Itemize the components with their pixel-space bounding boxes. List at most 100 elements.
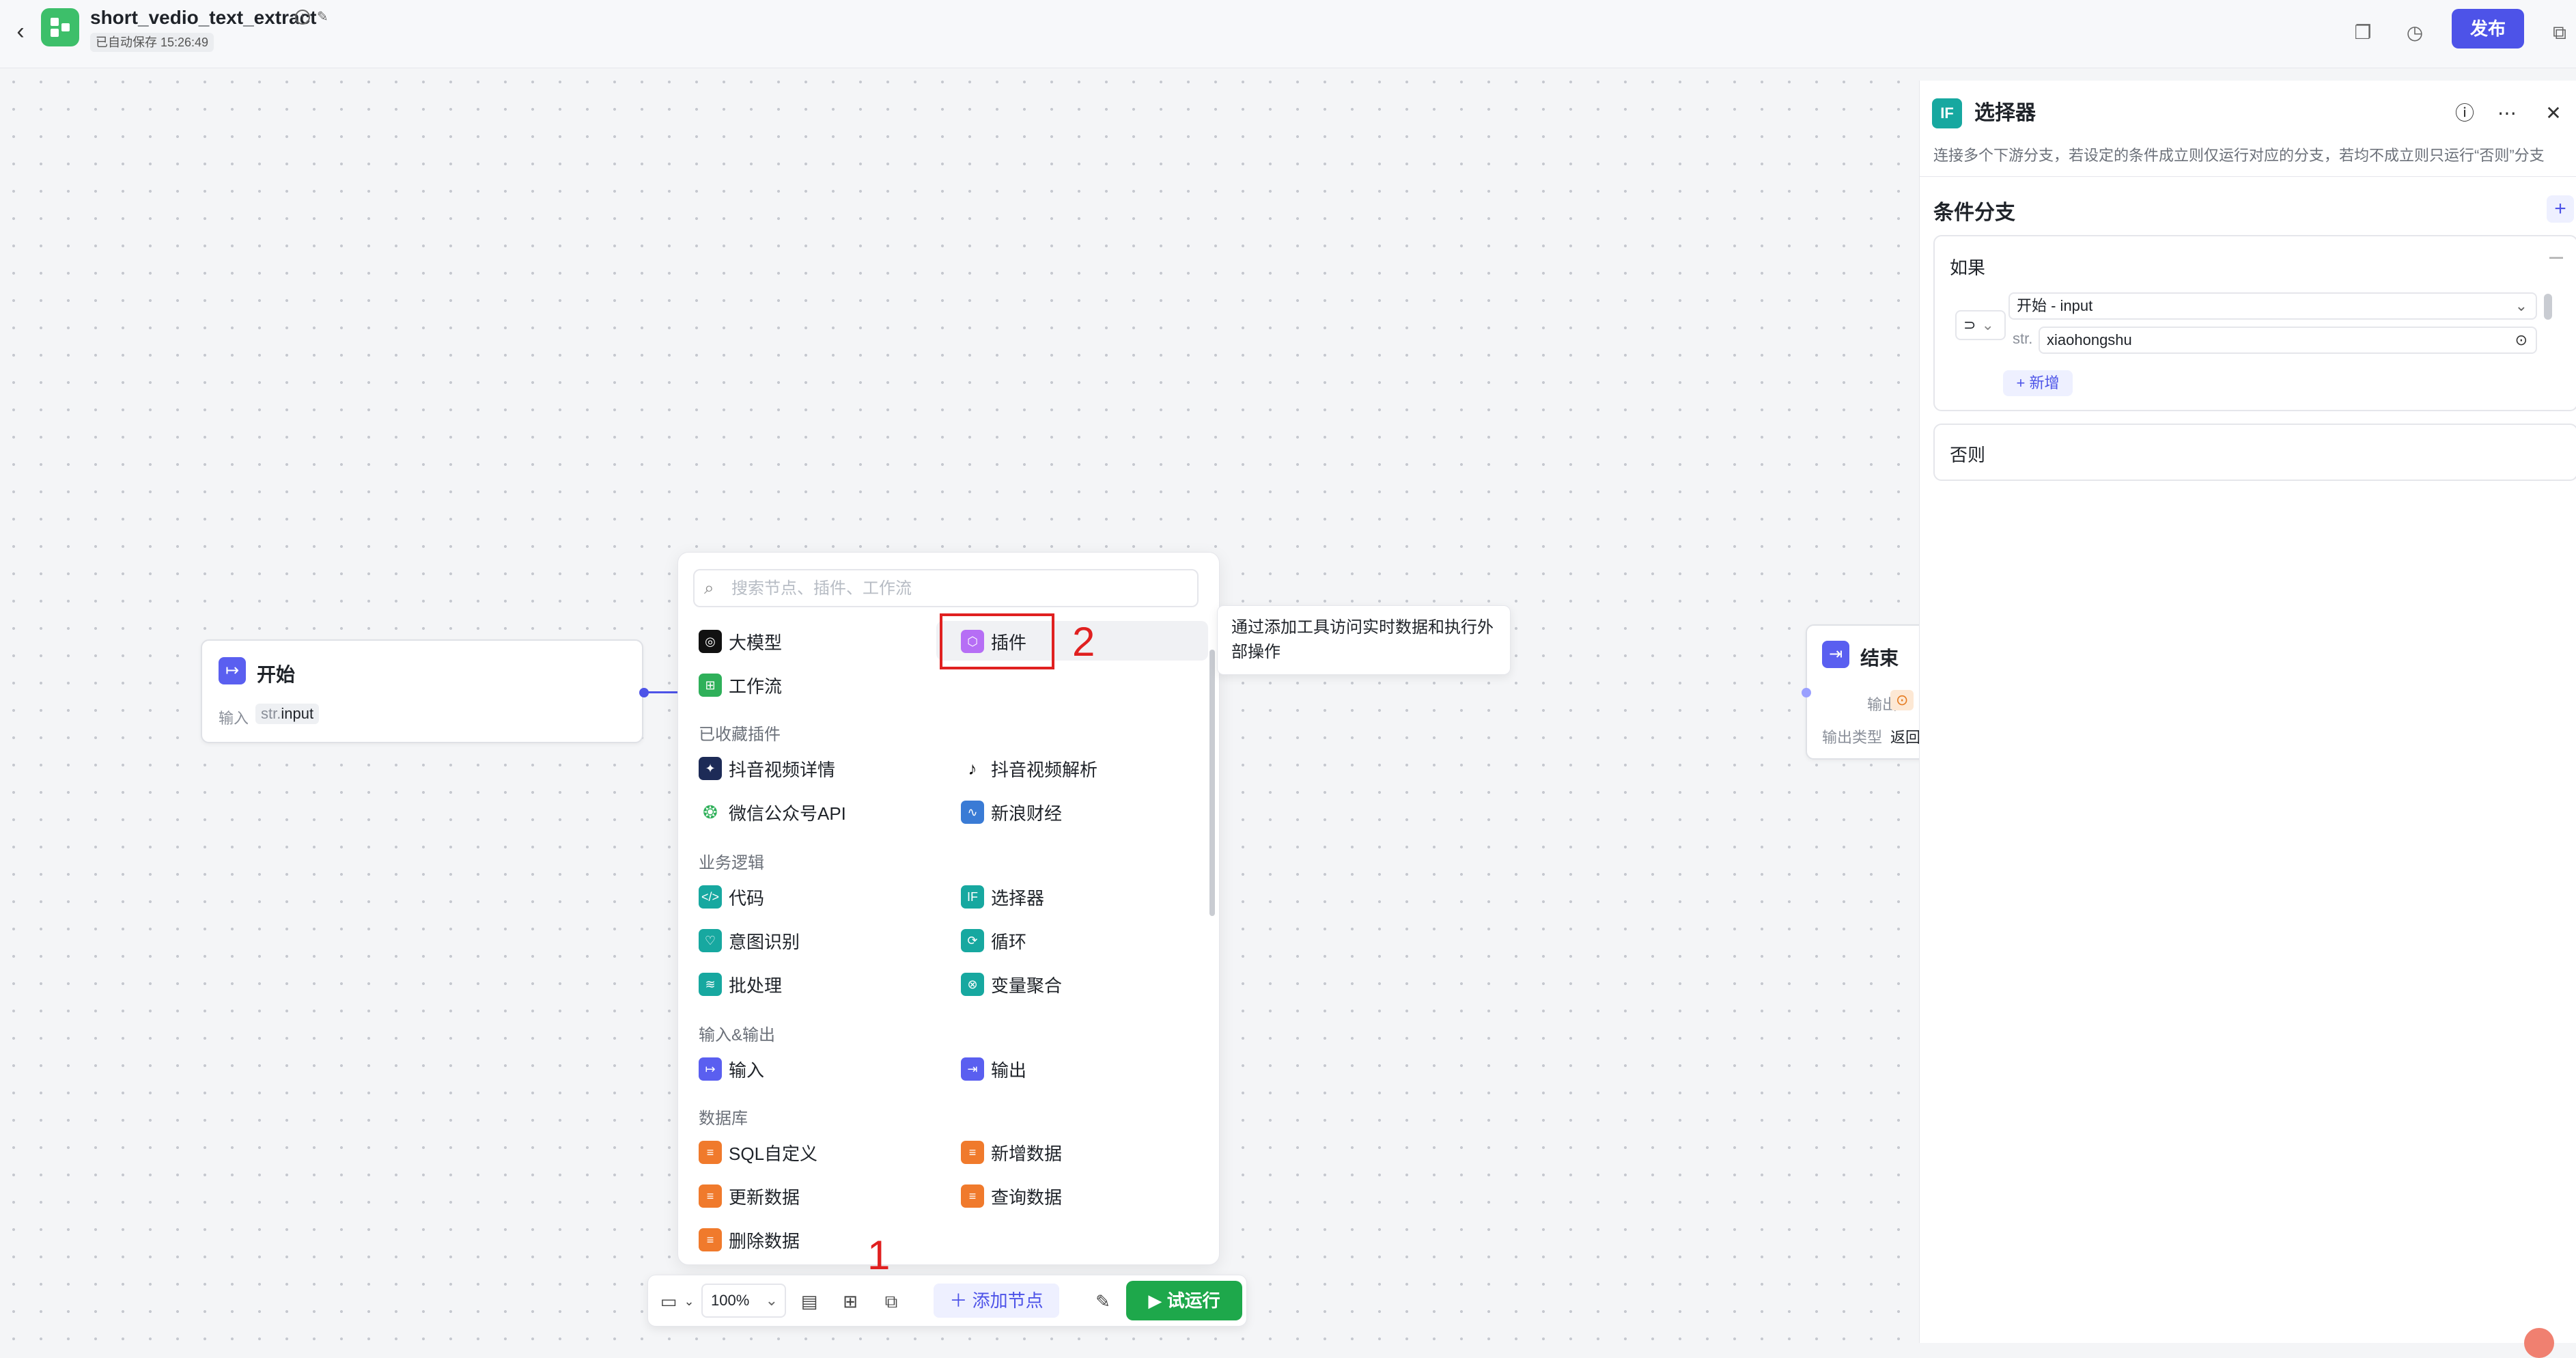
debug-icon[interactable]: ✎ <box>1089 1288 1117 1315</box>
end-node-title: 结束 <box>1860 648 1899 669</box>
else-branch-card: 否则 <box>1933 424 2576 481</box>
menu-item-sql[interactable]: ≡ SQL自定义 <box>699 1136 817 1169</box>
zoom-select[interactable]: 100% ⌄ <box>701 1284 786 1318</box>
menu-item-insert-data[interactable]: ≡ 新增数据 <box>961 1136 1062 1169</box>
chevron-down-icon: ⌄ <box>2515 297 2528 314</box>
menu-item-query-data[interactable]: ≡ 查询数据 <box>961 1180 1062 1212</box>
comment-icon[interactable]: ▤ <box>796 1288 823 1315</box>
menu-scrollbar[interactable] <box>1209 650 1215 916</box>
section-favorite-plugins: 已收藏插件 <box>699 725 781 744</box>
selector-if-icon: IF <box>1932 98 1962 128</box>
plus-icon: ＋ <box>949 1290 972 1311</box>
autosave-badge: 已自动保存 15:26:49 <box>90 33 214 52</box>
fit-view-icon[interactable]: ⧉ <box>878 1288 905 1315</box>
add-condition-button[interactable]: + 新增 <box>2003 370 2073 396</box>
menu-item-sina-finance[interactable]: ∿ 新浪财经 <box>961 796 1062 829</box>
node-search-input[interactable] <box>730 574 1184 603</box>
tiktok-icon: ♪ <box>961 757 984 781</box>
section-business-logic: 业务逻辑 <box>699 854 764 872</box>
sina-finance-icon: ∿ <box>961 801 984 824</box>
menu-item-llm[interactable]: ◎ 大模型 <box>699 625 782 658</box>
menu-item-variable-aggregate[interactable]: ⊗ 变量聚合 <box>961 968 1062 1001</box>
app-logo-icon <box>41 8 79 46</box>
end-input-port[interactable] <box>1802 688 1811 697</box>
menu-item-douyin-detail[interactable]: ✦ 抖音视频详情 <box>699 752 835 785</box>
database-delete-icon: ≡ <box>699 1228 722 1252</box>
annotation-box-plugin <box>940 613 1054 669</box>
add-node-button[interactable]: ＋ 添加节点 <box>934 1284 1059 1318</box>
input-icon: ↦ <box>699 1057 722 1081</box>
test-run-button[interactable]: ▶ 试运行 <box>1126 1281 1242 1320</box>
start-node-title: 开始 <box>257 664 296 685</box>
back-arrow-icon[interactable]: ‹ <box>7 18 34 45</box>
edit-icon[interactable]: ✎ <box>317 10 332 25</box>
end-output-warning-tag: ⊙ <box>1890 690 1914 710</box>
chevron-down-icon: ⌄ <box>1981 316 1994 333</box>
menu-item-output[interactable]: ⇥ 输出 <box>961 1053 1026 1085</box>
section-input-output: 输入&输出 <box>699 1026 776 1044</box>
bottom-toolbar: ▭ ⌄ 100% ⌄ ▤ ⊞ ⧉ ＋ 添加节点 ✎ ▶ 试运行 <box>647 1275 1247 1327</box>
start-node[interactable]: ↦ 开始 输入 str.input <box>201 639 643 743</box>
publish-button[interactable]: 发布 <box>2452 9 2524 48</box>
selector-config-panel: IF 选择器 ⓘ ⋯ ✕ 连接多个下游分支，若设定的条件成立则仅运行对应的分支，… <box>1919 81 2576 1343</box>
menu-item-intent[interactable]: ♡ 意图识别 <box>699 924 800 957</box>
menu-item-wechat-api[interactable]: ❂ 微信公众号API <box>699 796 846 829</box>
grid-layout-icon[interactable]: ⊞ <box>837 1288 864 1315</box>
minimap-chevron-icon[interactable]: ⌄ <box>675 1288 703 1315</box>
end-icon: ⇥ <box>1822 641 1849 668</box>
collapse-icon[interactable] <box>2549 257 2563 259</box>
code-icon: </> <box>699 885 722 909</box>
database-sql-icon: ≡ <box>699 1141 722 1165</box>
help-icon[interactable]: ⓘ <box>2452 101 2477 126</box>
menu-item-update-data[interactable]: ≡ 更新数据 <box>699 1180 800 1212</box>
condition-drag-handle[interactable] <box>2544 294 2552 320</box>
database-query-icon: ≡ <box>961 1184 984 1208</box>
assistant-avatar[interactable] <box>2524 1328 2554 1358</box>
operator-select[interactable]: ⊃ ⌄ <box>1955 310 2006 340</box>
play-icon: ▶ <box>1148 1290 1167 1311</box>
menu-item-code[interactable]: </> 代码 <box>699 881 764 913</box>
panel-description: 连接多个下游分支，若设定的条件成立则仅运行对应的分支，若均不成立则只运行“否则”… <box>1933 147 2545 164</box>
section-database: 数据库 <box>699 1109 748 1128</box>
douyin-detail-icon: ✦ <box>699 757 722 781</box>
menu-item-loop[interactable]: ⟳ 循环 <box>961 924 1026 957</box>
more-icon[interactable]: ⋯ <box>2495 101 2519 126</box>
close-icon[interactable]: ✕ <box>2541 101 2566 126</box>
start-input-label: 输入 <box>219 710 249 727</box>
copy-icon[interactable]: ❐ <box>2349 19 2377 46</box>
menu-item-douyin-parse[interactable]: ♪ 抖音视频解析 <box>961 752 1097 785</box>
history-icon[interactable]: ◷ <box>2401 19 2428 46</box>
layout-icon[interactable]: ⧉ <box>2546 19 2573 46</box>
variable-aggregate-icon: ⊗ <box>961 973 984 997</box>
menu-item-delete-data[interactable]: ≡ 删除数据 <box>699 1223 800 1256</box>
llm-icon: ◎ <box>699 630 722 654</box>
add-branch-button[interactable]: + <box>2547 195 2574 223</box>
workflow-icon: ⊞ <box>699 674 722 697</box>
info-icon[interactable]: i <box>295 10 310 25</box>
node-search[interactable]: ⌕ <box>693 569 1199 607</box>
database-insert-icon: ≡ <box>961 1141 984 1165</box>
start-output-port[interactable] <box>639 688 649 697</box>
panel-divider <box>1920 176 2576 177</box>
menu-item-selector[interactable]: IF 选择器 <box>961 881 1044 913</box>
menu-item-input[interactable]: ↦ 输入 <box>699 1053 764 1085</box>
menu-item-batch[interactable]: ≋ 批处理 <box>699 968 782 1001</box>
annotation-number-1: 1 <box>867 1232 891 1278</box>
left-value-select[interactable]: 开始 - input ⌄ <box>2008 292 2537 320</box>
if-label: 如果 <box>1950 258 1986 278</box>
menu-item-workflow[interactable]: ⊞ 工作流 <box>699 669 782 702</box>
right-value-input[interactable]: xiaohongshu ⊙ <box>2039 327 2537 354</box>
wechat-icon: ❂ <box>699 801 722 824</box>
end-output-type-value: 返回 <box>1890 729 1921 746</box>
annotation-number-2: 2 <box>1072 619 1095 665</box>
database-update-icon: ≡ <box>699 1184 722 1208</box>
if-branch-card: 如果 ⊃ ⌄ 开始 - input ⌄ str. xiaohongshu ⊙ + 新增 <box>1933 235 2576 411</box>
end-output-type-label: 输出类型 <box>1822 729 1883 746</box>
variable-ref-icon: ⊙ <box>2515 331 2528 348</box>
top-bar: ‹ short_vedio_text_extract i ✎ 已自动保存 15:… <box>0 0 2576 68</box>
batch-icon: ≋ <box>699 973 722 997</box>
plugin-tooltip: 通过添加工具访问实时数据和执行外部操作 <box>1217 605 1511 675</box>
start-icon: ↦ <box>219 657 246 684</box>
output-icon: ⇥ <box>961 1057 984 1081</box>
intent-icon: ♡ <box>699 929 722 953</box>
